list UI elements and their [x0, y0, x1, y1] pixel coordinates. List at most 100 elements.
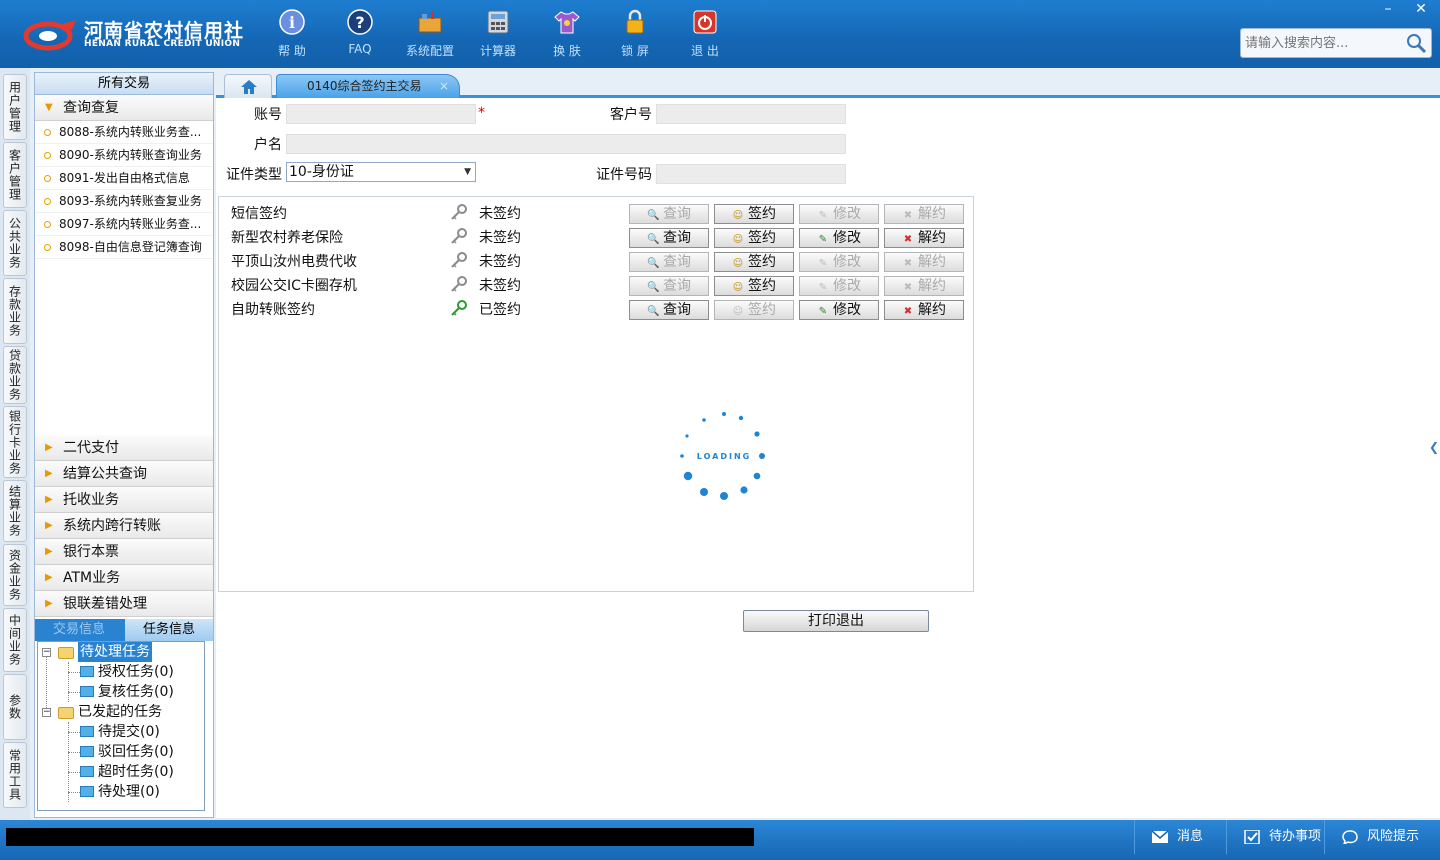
tab-transaction-info[interactable]: 交易信息	[35, 619, 123, 641]
vtab-intermediary[interactable]: 中间业务	[3, 608, 27, 672]
transaction-item[interactable]: 8093-系统内转账查复业务	[35, 190, 213, 213]
vtab-user-management[interactable]: 用户管理	[3, 74, 27, 140]
calculator-button[interactable]: 计算器	[468, 8, 528, 60]
modify-button[interactable]: ✎ 修改	[799, 276, 879, 296]
messages-label: 消息	[1177, 829, 1204, 844]
sign-button[interactable]: ☺ 签约	[714, 204, 794, 224]
modify-button[interactable]: ✎ 修改	[799, 228, 879, 248]
transaction-item[interactable]: 8090-系统内转账查询业务	[35, 144, 213, 167]
vtab-parameters[interactable]: 参数	[3, 674, 27, 740]
exit-label: 退 出	[691, 44, 719, 58]
id-type-select[interactable]: 10-身份证 ▼	[286, 162, 476, 182]
tree-node-auth[interactable]: 授权任务(0)	[98, 662, 174, 682]
vtab-settlement[interactable]: 结算业务	[3, 480, 27, 542]
collapse-right-icon[interactable]: ❮	[1428, 422, 1440, 472]
cancel-button[interactable]: ✖ 解约	[884, 252, 964, 272]
query-button[interactable]: 🔍 查询	[629, 252, 709, 272]
print-exit-button[interactable]: 打印退出	[743, 610, 929, 632]
help-button[interactable]: i 帮 助	[262, 8, 322, 60]
vtab-bank-card[interactable]: 银行卡业务	[3, 406, 27, 478]
close-icon[interactable]: ✕	[1406, 0, 1436, 18]
vtab-funds[interactable]: 资金业务	[3, 544, 27, 606]
chat-bubble-icon	[1342, 829, 1358, 844]
cancel-button[interactable]: ✖ 解约	[884, 228, 964, 248]
group-query-reply[interactable]: ▼ 查询查复	[35, 95, 213, 121]
tree-node-initiated[interactable]: 已发起的任务	[78, 702, 162, 722]
account-field[interactable]	[286, 104, 476, 124]
service-row: 校园公交IC卡圈存机 未签约 🔍 查询 ☺ 签约 ✎ 修改 ✖ 解约	[219, 273, 973, 297]
service-name: 短信签约	[231, 206, 287, 222]
cancel-button[interactable]: ✖ 解约	[884, 204, 964, 224]
vtab-loan[interactable]: 贷款业务	[3, 346, 27, 404]
cross-icon: ✖	[903, 282, 913, 293]
tree-node-to-submit[interactable]: 待提交(0)	[98, 722, 160, 742]
vtab-public-business[interactable]: 公共业务	[3, 210, 27, 276]
sign-button[interactable]: ☺ 签约	[714, 228, 794, 248]
folder-open-icon	[58, 707, 74, 719]
query-button[interactable]: 🔍 查询	[629, 228, 709, 248]
group-interbank-transfer[interactable]: ▶ 系统内跨行转账	[35, 513, 213, 539]
sign-button[interactable]: ☺ 签约	[714, 276, 794, 296]
app-window: 河南省农村信用社 HENAN RURAL CREDIT UNION i 帮 助 …	[0, 0, 1440, 860]
smiley-icon: ☺	[732, 234, 744, 245]
tab-bar: 0140综合签约主交易 ×	[216, 72, 1440, 98]
sign-button[interactable]: ☺ 签约	[714, 252, 794, 272]
modify-button[interactable]: ✎ 修改	[799, 252, 879, 272]
search-icon[interactable]	[1405, 32, 1427, 54]
collapse-toggle-icon[interactable]: −	[42, 648, 51, 657]
messages-button[interactable]: 消息	[1134, 820, 1226, 854]
expanded-arrow-icon: ▼	[45, 102, 53, 113]
tree-node-rejected[interactable]: 驳回任务(0)	[98, 742, 174, 762]
query-label: 查询	[663, 206, 691, 222]
transaction-label: 8097-系统内转账业务查...	[59, 217, 202, 231]
tree-node-to-process[interactable]: 待处理(0)	[98, 782, 160, 802]
tab-task-info[interactable]: 任务信息	[125, 619, 213, 641]
transaction-item[interactable]: 8088-系统内转账业务查...	[35, 121, 213, 144]
search-box	[1240, 28, 1432, 58]
search-input[interactable]	[1241, 29, 1401, 57]
cross-icon: ✖	[903, 234, 913, 245]
transaction-item[interactable]: 8098-自由信息登记簿查询	[35, 236, 213, 259]
vtab-customer-management[interactable]: 客户管理	[3, 142, 27, 208]
group-atm[interactable]: ▶ ATM业务	[35, 565, 213, 591]
cancel-button[interactable]: ✖ 解约	[884, 276, 964, 296]
group-settlement-query[interactable]: ▶ 结算公共查询	[35, 461, 213, 487]
sign-button[interactable]: ☺ 签约	[714, 300, 794, 320]
query-button[interactable]: 🔍 查询	[629, 300, 709, 320]
transaction-item[interactable]: 8097-系统内转账业务查...	[35, 213, 213, 236]
service-list: 短信签约 未签约 🔍 查询 ☺ 签约 ✎ 修改 ✖ 解约 新型农村养老保险 未签约 🔍 查询 ☺ 签约 ✎ 修改 ✖…	[218, 196, 974, 592]
account-label: 账号	[254, 107, 282, 123]
risk-label: 风险提示	[1367, 829, 1420, 844]
risk-alert-button[interactable]: 风险提示	[1324, 820, 1434, 854]
modify-button[interactable]: ✎ 修改	[799, 204, 879, 224]
exit-button[interactable]: 退 出	[675, 8, 735, 60]
todo-button[interactable]: 待办事项	[1226, 820, 1324, 854]
transaction-item[interactable]: 8091-发出自由格式信息	[35, 167, 213, 190]
tab-close-icon[interactable]: ×	[439, 75, 449, 97]
home-tab[interactable]	[224, 74, 272, 98]
collapse-toggle-icon[interactable]: −	[42, 708, 51, 717]
group-unionpay-error[interactable]: ▶ 银联差错处理	[35, 591, 213, 617]
query-button[interactable]: 🔍 查询	[629, 204, 709, 224]
lock-icon	[626, 9, 644, 34]
lock-screen-button[interactable]: 锁 屏	[605, 8, 665, 60]
group-second-gen-payment[interactable]: ▶ 二代支付	[35, 435, 213, 461]
name-field[interactable]	[286, 134, 846, 154]
tree-node-timeout[interactable]: 超时任务(0)	[98, 762, 174, 782]
id-no-field[interactable]	[656, 164, 846, 184]
cancel-button[interactable]: ✖ 解约	[884, 300, 964, 320]
change-skin-button[interactable]: 换 肤	[537, 8, 597, 60]
modify-button[interactable]: ✎ 修改	[799, 300, 879, 320]
vtab-deposit[interactable]: 存款业务	[3, 278, 27, 344]
tree-node-pending[interactable]: 待处理任务	[78, 642, 152, 662]
customer-no-field[interactable]	[656, 104, 846, 124]
tree-node-review[interactable]: 复核任务(0)	[98, 682, 174, 702]
group-bank-draft[interactable]: ▶ 银行本票	[35, 539, 213, 565]
system-config-button[interactable]: 系统配置	[400, 8, 460, 60]
query-button[interactable]: 🔍 查询	[629, 276, 709, 296]
tab-0140-contract[interactable]: 0140综合签约主交易 ×	[276, 74, 460, 98]
faq-button[interactable]: ? FAQ	[330, 8, 390, 60]
minimize-icon[interactable]: –	[1374, 0, 1402, 18]
vtab-common-tools[interactable]: 常用工具	[3, 742, 27, 808]
group-collection[interactable]: ▶ 托收业务	[35, 487, 213, 513]
